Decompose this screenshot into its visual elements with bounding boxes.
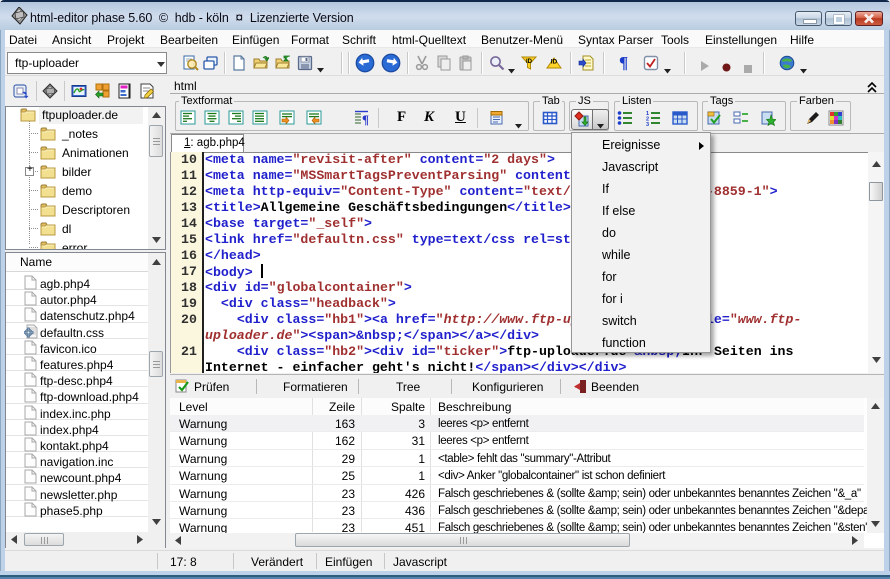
svg-text:ID: ID (551, 59, 558, 66)
svg-text:¶: ¶ (362, 112, 369, 126)
svg-text:3: 3 (646, 122, 649, 126)
svg-text:ID: ID (526, 59, 533, 65)
